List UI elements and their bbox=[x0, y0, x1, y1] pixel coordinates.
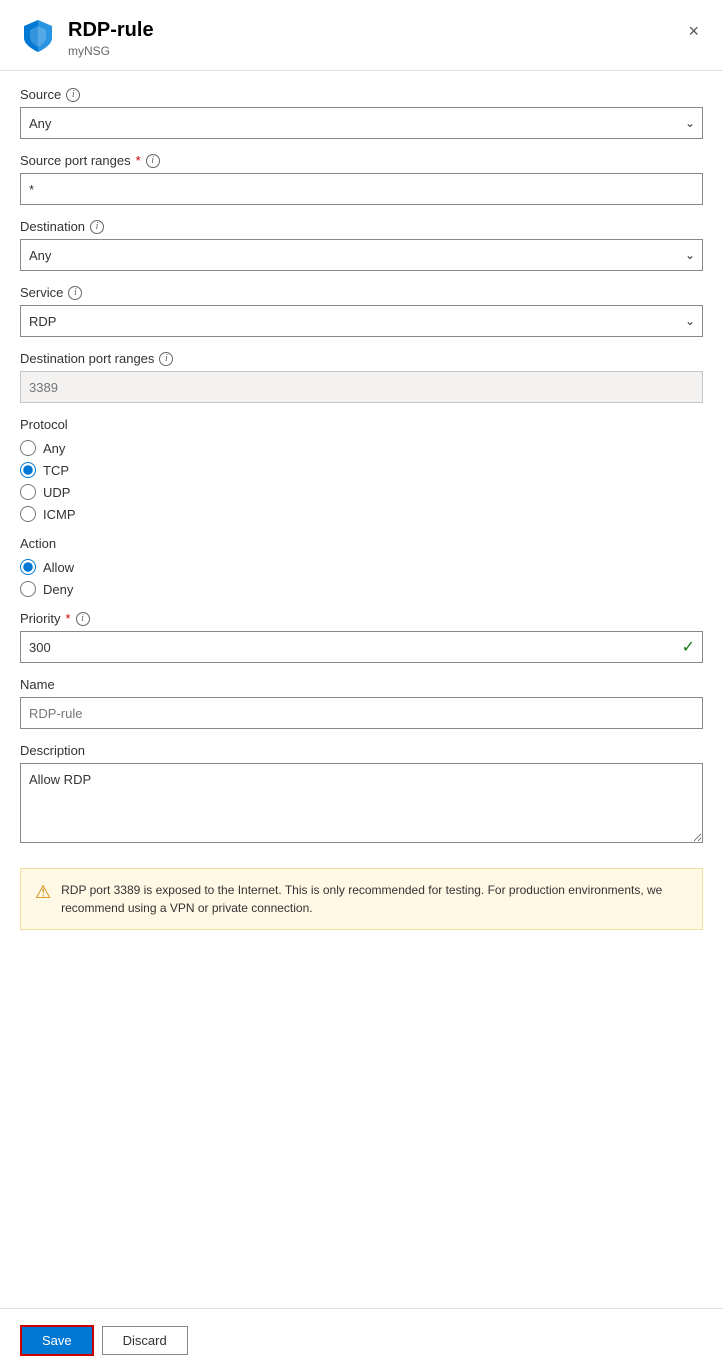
panel: RDP-rule myNSG × Source i Any IP Address… bbox=[0, 0, 723, 1372]
source-select[interactable]: Any IP Addresses Service Tag Application… bbox=[20, 107, 703, 139]
warning-box: ⚠ RDP port 3389 is exposed to the Intern… bbox=[20, 868, 703, 930]
service-group: Service i RDP Custom HTTP HTTPS SSH ⌄ bbox=[20, 285, 703, 337]
dest-port-label: Destination port ranges i bbox=[20, 351, 703, 366]
discard-button[interactable]: Discard bbox=[102, 1326, 188, 1355]
protocol-icmp-item[interactable]: ICMP bbox=[20, 506, 703, 522]
protocol-radio-group: Any TCP UDP ICMP bbox=[20, 440, 703, 522]
priority-label: Priority * i bbox=[20, 611, 703, 626]
source-port-info-icon[interactable]: i bbox=[146, 154, 160, 168]
action-allow-item[interactable]: Allow bbox=[20, 559, 703, 575]
priority-info-icon[interactable]: i bbox=[76, 612, 90, 626]
priority-input[interactable] bbox=[20, 631, 703, 663]
panel-footer: Save Discard bbox=[0, 1308, 723, 1372]
priority-group: Priority * i ✓ bbox=[20, 611, 703, 663]
protocol-udp-radio[interactable] bbox=[20, 484, 36, 500]
priority-wrapper: ✓ bbox=[20, 631, 703, 663]
header-title: RDP-rule myNSG bbox=[68, 18, 154, 58]
priority-check-icon: ✓ bbox=[682, 637, 695, 657]
description-textarea[interactable]: Allow RDP bbox=[20, 763, 703, 843]
protocol-icmp-label: ICMP bbox=[43, 507, 76, 522]
source-info-icon[interactable]: i bbox=[66, 88, 80, 102]
protocol-tcp-label: TCP bbox=[43, 463, 69, 478]
dest-port-input bbox=[20, 371, 703, 403]
warning-text: RDP port 3389 is exposed to the Internet… bbox=[61, 881, 688, 917]
panel-body: Source i Any IP Addresses Service Tag Ap… bbox=[0, 71, 723, 1308]
protocol-any-label: Any bbox=[43, 441, 65, 456]
protocol-label: Protocol bbox=[20, 417, 703, 432]
action-group: Action Allow Deny bbox=[20, 536, 703, 597]
action-deny-radio[interactable] bbox=[20, 581, 36, 597]
priority-required: * bbox=[65, 611, 70, 626]
warning-icon: ⚠ bbox=[35, 882, 51, 917]
action-allow-radio[interactable] bbox=[20, 559, 36, 575]
destination-select-wrapper: Any IP Addresses Service Tag Application… bbox=[20, 239, 703, 271]
destination-info-icon[interactable]: i bbox=[90, 220, 104, 234]
protocol-group: Protocol Any TCP UDP ICMP bbox=[20, 417, 703, 522]
destination-label: Destination i bbox=[20, 219, 703, 234]
dest-port-info-icon[interactable]: i bbox=[159, 352, 173, 366]
protocol-udp-item[interactable]: UDP bbox=[20, 484, 703, 500]
service-label: Service i bbox=[20, 285, 703, 300]
protocol-any-item[interactable]: Any bbox=[20, 440, 703, 456]
protocol-any-radio[interactable] bbox=[20, 440, 36, 456]
action-radio-group: Allow Deny bbox=[20, 559, 703, 597]
destination-select[interactable]: Any IP Addresses Service Tag Application… bbox=[20, 239, 703, 271]
source-port-label: Source port ranges * i bbox=[20, 153, 703, 168]
protocol-tcp-item[interactable]: TCP bbox=[20, 462, 703, 478]
page-title: RDP-rule bbox=[68, 18, 154, 42]
name-label: Name bbox=[20, 677, 703, 692]
header-left: RDP-rule myNSG bbox=[20, 18, 154, 58]
protocol-tcp-radio[interactable] bbox=[20, 462, 36, 478]
subtitle: myNSG bbox=[68, 44, 154, 58]
source-select-wrapper: Any IP Addresses Service Tag Application… bbox=[20, 107, 703, 139]
shield-icon bbox=[20, 18, 56, 57]
panel-header: RDP-rule myNSG × bbox=[0, 0, 723, 71]
protocol-icmp-radio[interactable] bbox=[20, 506, 36, 522]
action-label: Action bbox=[20, 536, 703, 551]
action-allow-label: Allow bbox=[43, 560, 74, 575]
source-group: Source i Any IP Addresses Service Tag Ap… bbox=[20, 87, 703, 139]
source-port-input[interactable] bbox=[20, 173, 703, 205]
description-group: Description Allow RDP bbox=[20, 743, 703, 846]
source-port-required: * bbox=[136, 153, 141, 168]
destination-group: Destination i Any IP Addresses Service T… bbox=[20, 219, 703, 271]
close-button[interactable]: × bbox=[684, 18, 703, 44]
description-label: Description bbox=[20, 743, 703, 758]
service-info-icon[interactable]: i bbox=[68, 286, 82, 300]
save-button[interactable]: Save bbox=[20, 1325, 94, 1356]
service-select-wrapper: RDP Custom HTTP HTTPS SSH ⌄ bbox=[20, 305, 703, 337]
service-select[interactable]: RDP Custom HTTP HTTPS SSH bbox=[20, 305, 703, 337]
dest-port-group: Destination port ranges i bbox=[20, 351, 703, 403]
source-label: Source i bbox=[20, 87, 703, 102]
protocol-udp-label: UDP bbox=[43, 485, 70, 500]
action-deny-item[interactable]: Deny bbox=[20, 581, 703, 597]
name-input[interactable] bbox=[20, 697, 703, 729]
source-port-group: Source port ranges * i bbox=[20, 153, 703, 205]
name-group: Name bbox=[20, 677, 703, 729]
action-deny-label: Deny bbox=[43, 582, 73, 597]
